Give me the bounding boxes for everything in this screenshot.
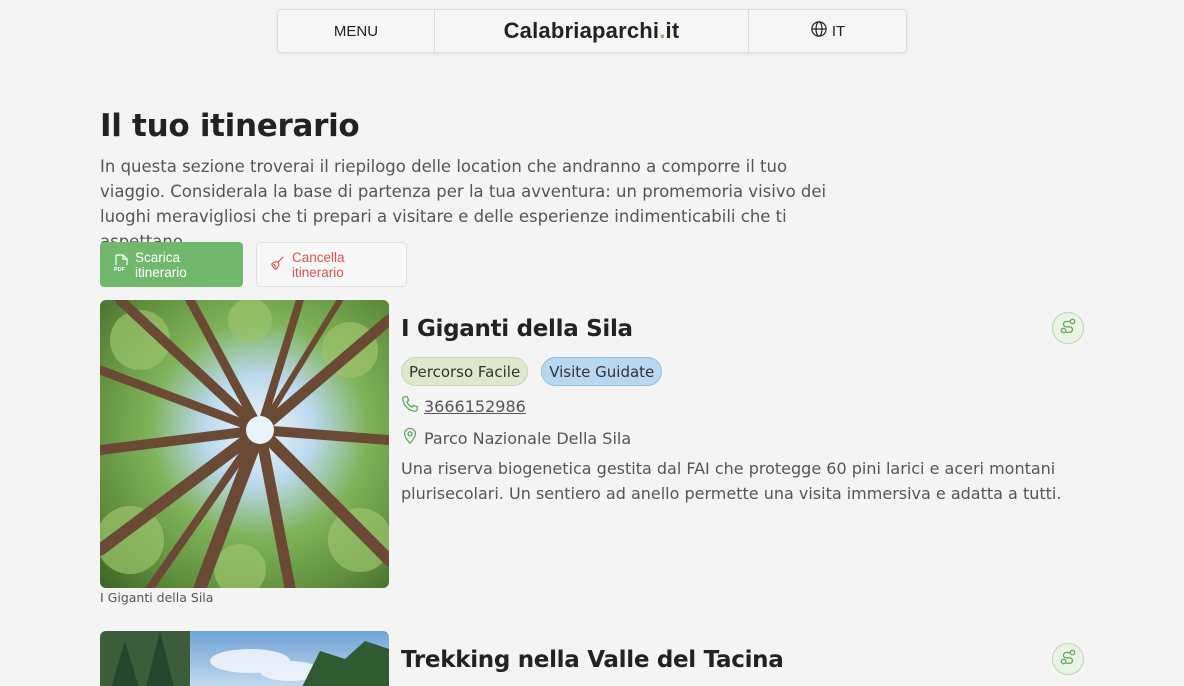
language-label: IT [831, 22, 846, 40]
svg-text:PDF: PDF [114, 267, 126, 272]
route-icon [1059, 317, 1077, 340]
phone-link[interactable]: 3666152986 [424, 397, 526, 416]
map-pin-icon [401, 427, 419, 449]
page-intro: In questa sezione troverai il riepilogo … [100, 157, 827, 251]
itinerary-actions: PDF Scarica itinerario Cancella itinerar… [100, 242, 407, 287]
broom-icon [270, 254, 286, 275]
item-location: Parco Nazionale Della Sila [401, 427, 631, 449]
item-badges: Percorso Facile Visite Guidate [401, 357, 663, 386]
cancel-itinerary-label: Cancella itinerario [292, 249, 345, 280]
route-button[interactable] [1052, 312, 1084, 344]
item-image-caption: I Giganti della Sila [100, 590, 214, 605]
site-logo[interactable]: Calabriaparchi. it [435, 10, 749, 52]
location-label: Parco Nazionale Della Sila [424, 428, 632, 448]
menu-button[interactable]: MENU [278, 10, 435, 52]
phone-icon [401, 395, 419, 417]
badge-difficulty: Percorso Facile [401, 357, 529, 386]
logo-main: Calabriaparchi [503, 18, 660, 43]
menu-label: MENU [333, 22, 379, 40]
itinerary-item: Trekking nella Valle del Tacina [100, 631, 1084, 686]
item-title[interactable]: I Giganti della Sila [401, 316, 633, 342]
page-title: Il tuo itinerario [100, 108, 360, 144]
logo-tld: it [665, 18, 680, 43]
item-image[interactable] [100, 631, 389, 686]
item-image[interactable] [100, 300, 389, 588]
route-icon [1059, 648, 1077, 671]
route-button[interactable] [1052, 643, 1084, 675]
item-description: Una riserva biogenetica gestita dal FAI … [401, 459, 1062, 503]
pdf-file-icon: PDF [113, 254, 129, 275]
top-navbar: MENU Calabriaparchi. it IT [277, 9, 907, 53]
download-itinerary-button[interactable]: PDF Scarica itinerario [100, 242, 243, 287]
itinerary-item: I Giganti della Sila I Giganti della Sil… [100, 300, 1084, 610]
language-selector[interactable]: IT [749, 10, 906, 52]
item-phone: 3666152986 [401, 395, 526, 417]
badge-guided-tours: Visite Guidate [541, 357, 663, 386]
download-itinerary-label: Scarica itinerario [135, 249, 187, 280]
cancel-itinerary-button[interactable]: Cancella itinerario [256, 242, 407, 287]
item-title[interactable]: Trekking nella Valle del Tacina [401, 647, 784, 673]
globe-icon [810, 20, 828, 42]
